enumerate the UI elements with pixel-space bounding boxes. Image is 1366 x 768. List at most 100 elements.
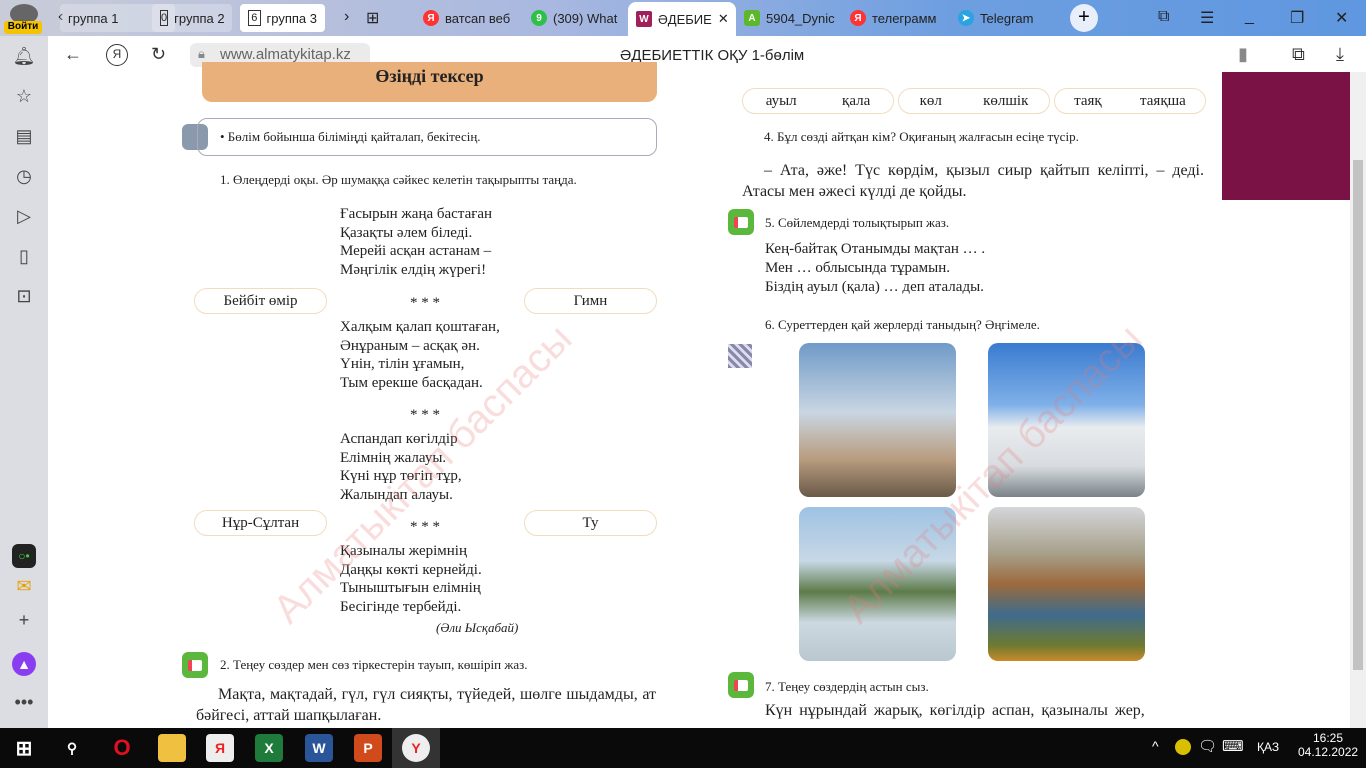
tab-telegram[interactable]: ➤ Telegram [950, 4, 1060, 32]
word: көлшік [983, 92, 1029, 109]
lock-icon: 🔒︎ [198, 46, 205, 61]
tab-group-label: группа 2 [174, 10, 225, 26]
task-7: 7. Теңеу сөздердің астын сыз. [765, 679, 929, 694]
poem-line: Қазақты әлем біледі. [340, 224, 473, 241]
close-tab-icon[interactable]: ✕ [718, 11, 729, 27]
stars: * * * [410, 295, 440, 311]
telegram-icon: ➤ [958, 10, 974, 26]
notification-icon[interactable]: 🗨︎ [1198, 737, 1217, 755]
bell-icon[interactable]: 🔔︎ [12, 46, 36, 70]
app-icon: A [744, 10, 760, 26]
close-window-button[interactable]: ✕ [1335, 8, 1348, 28]
file-explorer-icon[interactable] [158, 734, 186, 762]
scrollbar-thumb[interactable] [1353, 160, 1363, 670]
task-2: 2. Теңеу сөздер мен сөз тіркестерін тауы… [220, 657, 528, 672]
new-tab-button[interactable]: + [1070, 4, 1098, 32]
book-spread: Өзіңді тексер • Бөлім бойынша біліміңді … [122, 62, 1222, 728]
keyboard-icon[interactable]: ⌨ [1222, 737, 1244, 755]
history-icon[interactable]: ◷ [12, 166, 36, 190]
collections-icon[interactable]: ▤ [12, 126, 36, 150]
tab-bar: Войти ‹ группа 1 0 группа 2 6 группа 3 › ⊞… [0, 0, 1366, 36]
new-group-icon[interactable]: ⊞ [366, 8, 379, 28]
goal-box: • Бөлім бойынша біліміңді қайталап, бекі… [197, 118, 657, 156]
login-button[interactable]: Войти [4, 21, 42, 34]
excel-icon[interactable]: X [255, 734, 283, 762]
sidebar: 🔔︎ ☆ ▤ ◷ ▷ ▯ ⊡ ○• ✉ + ▲ ••• [0, 36, 48, 728]
stanza-2: Халқым қалап қоштаған, Әнұраным – асқақ ә… [340, 318, 500, 392]
topic-bejbit-omir[interactable]: Бейбіт өмір [194, 288, 327, 314]
tab-whatsapp[interactable]: 9 (309) What [523, 4, 628, 32]
tab-label: ӘДЕБИЕ [658, 11, 712, 27]
notes-icon[interactable]: ▯ [12, 246, 36, 270]
tab-whatsapp-web[interactable]: Яватсап веб [415, 4, 525, 32]
date: 04.12.2022 [1298, 745, 1359, 759]
poem-line: Бесігінде тербейді. [340, 598, 462, 615]
qr-code-icon[interactable] [728, 344, 752, 368]
alice-icon[interactable]: ○• [12, 544, 36, 568]
clock[interactable]: 16:25 04.12.2022 [1298, 731, 1358, 759]
poem-line: Тыныштығын елімнің [340, 580, 481, 596]
minimize-button[interactable]: _ [1245, 8, 1254, 26]
reload-icon[interactable]: ↻ [151, 44, 166, 65]
tab-group-2[interactable]: 0 группа 2 [152, 4, 232, 32]
poem-line: Ғасырын жаңа бастаған [340, 206, 493, 222]
topic-gimn[interactable]: Гимн [524, 288, 657, 314]
bookmarks-icon[interactable]: ⧉ [1158, 8, 1169, 26]
topic-tu[interactable]: Ту [524, 510, 657, 536]
more-icon[interactable]: ••• [12, 692, 36, 716]
task-4: 4. Бұл сөзді айтқан кім? Оқиғаның жалғас… [764, 129, 1079, 144]
word-icon[interactable]: W [305, 734, 333, 762]
download-icon[interactable]: ⤓ [1336, 44, 1344, 65]
play-icon[interactable]: ▷ [12, 206, 36, 230]
screenshot-icon[interactable]: ⊡ [12, 286, 36, 310]
bookmark-icon[interactable]: ▮ [1238, 44, 1248, 65]
restore-button[interactable]: ❐ [1290, 8, 1304, 28]
poem-line: Мәңгілік елдің жүрегі! [340, 261, 487, 278]
yandex-icon: Я [850, 10, 866, 26]
task-5: 5. Сөйлемдерді толықтырып жаз. [765, 215, 950, 230]
language-indicator[interactable]: ҚАЗ [1257, 740, 1279, 754]
task-4-text: – Ата, әже! Түс көрдім, қызыл сиыр қайты… [742, 162, 1204, 200]
add-panel-icon[interactable]: + [12, 610, 36, 634]
word: ауыл [765, 92, 797, 109]
task-5-lines: Кең-байтақ Отанымды мақтан … . Мен … облы… [765, 240, 985, 297]
photo-rocket-launch [799, 343, 956, 497]
powerpoint-icon[interactable]: P [354, 734, 382, 762]
tray-app-icon[interactable] [1175, 739, 1191, 755]
tab-telegramm[interactable]: Ятелеграмм [842, 4, 950, 32]
topic-nur-sultan[interactable]: Нұр-Сұлтан [194, 510, 327, 536]
mail-icon[interactable]: ✉ [12, 576, 36, 600]
search-icon[interactable]: ⚲ [58, 734, 86, 762]
tab-group-3[interactable]: 6 группа 3 [240, 4, 325, 32]
assistant-icon[interactable]: ▲ [12, 652, 36, 676]
tab-label: (309) What [553, 10, 618, 26]
word: көл [919, 92, 942, 109]
book-icon: W [636, 11, 652, 27]
sentence: Кең-байтақ Отанымды мақтан … . [765, 241, 986, 257]
tab-adebiet-active[interactable]: W ӘДЕБИЕ ✕ [628, 2, 736, 36]
stanza-1: Ғасырын жаңа бастаған Қазақты әлем біледі… [340, 205, 492, 279]
word: таяқша [1140, 92, 1186, 109]
tab-group-label: группа 1 [68, 10, 119, 26]
yandex-taskbar-active[interactable]: Y [392, 728, 440, 768]
poem-line: Үнін, тілін ұғамын, [340, 356, 465, 372]
tray-chevron-icon[interactable]: ^ [1152, 738, 1159, 754]
tab-dynic[interactable]: A 5904_Dynic [736, 4, 844, 32]
extensions-icon[interactable]: ⧉ [1292, 44, 1305, 65]
poem-line: Мерейі асқан астанам – [340, 243, 492, 259]
menu-icon[interactable]: ☰ [1200, 8, 1214, 28]
yandex-home-icon[interactable]: Я [106, 44, 128, 66]
chevron-right-icon[interactable]: › [344, 8, 349, 26]
back-icon[interactable]: ← [64, 44, 82, 65]
opera-icon[interactable]: O [108, 734, 136, 762]
star-icon[interactable]: ☆ [12, 86, 36, 110]
yandex-icon: Я [423, 10, 439, 26]
tab-label: телеграмм [872, 10, 937, 26]
section-banner: Өзіңді тексер [202, 62, 657, 102]
poem-author: (Әли Ысқабай) [436, 620, 519, 635]
word: қала [842, 92, 871, 109]
yandex-browser-icon[interactable]: Я [206, 734, 234, 762]
tab-group-count: 6 [248, 10, 261, 26]
scrollbar[interactable] [1350, 72, 1366, 728]
windows-start-icon[interactable]: ⊞ [10, 734, 38, 762]
